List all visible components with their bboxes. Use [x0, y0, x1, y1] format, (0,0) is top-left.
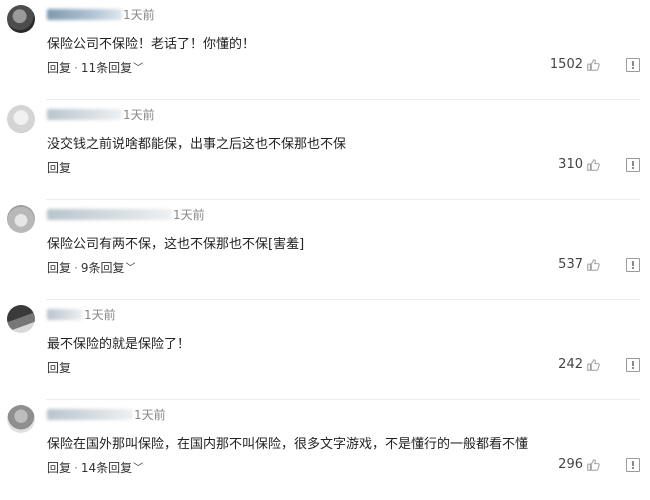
like-button[interactable]: 310 — [558, 157, 600, 172]
like-button[interactable]: 537 — [558, 257, 600, 272]
separator-dot: · — [74, 461, 78, 475]
like-count: 310 — [558, 157, 583, 172]
replies-count: 14条回复 — [80, 461, 133, 475]
comment-text: 保险公司不保险！老话了！你懂的！ — [47, 37, 256, 52]
comment-actions: 回复 · 9条回复﹀ — [47, 259, 135, 276]
comment-actions: 回复 — [47, 159, 71, 176]
replies-count: 9条回复 — [80, 261, 125, 275]
comment-meta: 1天前 — [47, 106, 155, 123]
comment-meta: 1天前 — [47, 206, 205, 223]
comment-item: 1天前 最不保险的就是保险了！ 回复 242 — [0, 300, 650, 400]
comment-actions: 回复 · 11条回复﹀ — [47, 59, 143, 76]
avatar[interactable] — [7, 5, 35, 33]
comment-text: 保险在国外那叫保险，在国内那不叫保险，很多文字游戏，不是懂行的一般都看不懂 — [47, 437, 529, 452]
comment-time: 1天前 — [134, 408, 166, 422]
comment-meta: 1天前 — [47, 6, 155, 23]
report-icon[interactable] — [626, 458, 640, 472]
avatar[interactable] — [7, 405, 35, 433]
like-button[interactable]: 296 — [558, 457, 600, 472]
view-replies-button[interactable]: 9条回复﹀ — [81, 261, 136, 275]
username-blurred[interactable] — [47, 209, 172, 220]
like-button[interactable]: 1502 — [550, 57, 600, 72]
avatar[interactable] — [7, 105, 35, 133]
comment-text: 保险公司有两不保，这也不保那也不保[害羞] — [47, 237, 305, 252]
avatar[interactable] — [7, 305, 35, 333]
username-blurred[interactable] — [47, 409, 133, 420]
comment-text: 没交钱之前说啥都能保，出事之后这也不保那也不保 — [47, 137, 347, 152]
separator-dot: · — [74, 261, 78, 275]
comment-item: 1天前 保险在国外那叫保险，在国内那不叫保险，很多文字游戏，不是懂行的一般都看不… — [0, 400, 650, 500]
chevron-down-icon: ﹀ — [133, 463, 144, 474]
chevron-down-icon: ﹀ — [133, 63, 144, 74]
report-icon[interactable] — [626, 158, 640, 172]
comment-time: 1天前 — [84, 308, 116, 322]
comment-item: 1天前 保险公司不保险！老话了！你懂的！ 回复 · 11条回复﹀ 1502 — [0, 0, 650, 100]
report-icon[interactable] — [626, 258, 640, 272]
comment-meta: 1天前 — [47, 406, 166, 423]
username-blurred[interactable] — [47, 309, 83, 320]
comment-meta: 1天前 — [47, 306, 116, 323]
like-count: 296 — [558, 457, 583, 472]
reply-button[interactable]: 回复 — [47, 261, 71, 275]
view-replies-button[interactable]: 11条回复﹀ — [81, 61, 143, 75]
username-blurred[interactable] — [47, 109, 122, 120]
comment-time: 1天前 — [173, 208, 205, 222]
comment-time: 1天前 — [123, 8, 155, 22]
comment-item: 1天前 保险公司有两不保，这也不保那也不保[害羞] 回复 · 9条回复﹀ 537 — [0, 200, 650, 300]
username-blurred[interactable] — [47, 9, 122, 20]
comment-item: 1天前 没交钱之前说啥都能保，出事之后这也不保那也不保 回复 310 — [0, 100, 650, 200]
comment-actions: 回复 · 14条回复﹀ — [47, 459, 143, 476]
thumbs-up-icon — [587, 358, 600, 371]
comment-time: 1天前 — [123, 108, 155, 122]
thumbs-up-icon — [587, 158, 600, 171]
comment-text: 最不保险的就是保险了！ — [47, 337, 191, 352]
report-icon[interactable] — [626, 358, 640, 372]
reply-button[interactable]: 回复 — [47, 61, 71, 75]
reply-button[interactable]: 回复 — [47, 461, 71, 475]
like-count: 1502 — [549, 57, 583, 72]
comment-actions: 回复 — [47, 359, 71, 376]
report-icon[interactable] — [626, 58, 640, 72]
like-count: 242 — [558, 357, 583, 372]
thumbs-up-icon — [587, 258, 600, 271]
avatar[interactable] — [7, 205, 35, 233]
like-count: 537 — [558, 257, 583, 272]
reply-button[interactable]: 回复 — [47, 361, 71, 375]
replies-count: 11条回复 — [80, 61, 133, 75]
reply-button[interactable]: 回复 — [47, 161, 71, 175]
like-button[interactable]: 242 — [558, 357, 600, 372]
view-replies-button[interactable]: 14条回复﹀ — [81, 461, 143, 475]
chevron-down-icon: ﹀ — [125, 263, 136, 274]
thumbs-up-icon — [587, 458, 600, 471]
separator-dot: · — [74, 61, 78, 75]
thumbs-up-icon — [587, 58, 600, 71]
